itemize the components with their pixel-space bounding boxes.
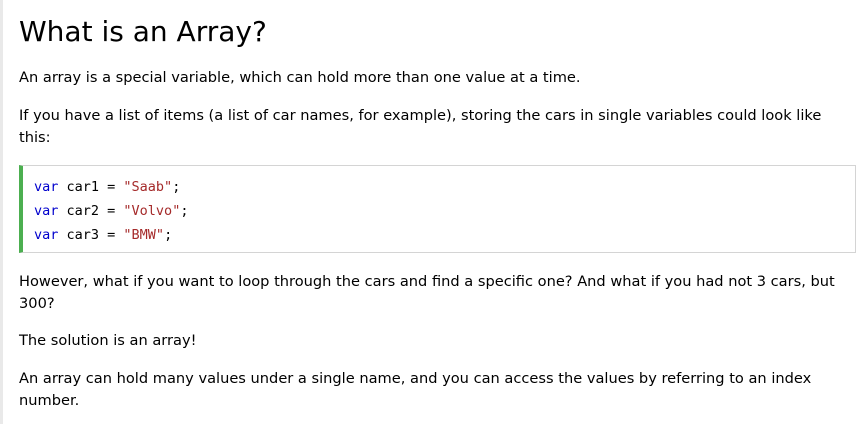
code-terminator: ;	[164, 227, 173, 243]
code-line: var car3 = "BMW";	[34, 223, 855, 247]
code-string: "Volvo"	[123, 203, 181, 219]
code-variable: car1 =	[58, 179, 124, 195]
list-paragraph: If you have a list of items (a list of c…	[19, 107, 822, 146]
code-terminator: ;	[172, 179, 181, 195]
code-terminator: ;	[180, 203, 189, 219]
code-keyword: var	[34, 179, 59, 195]
code-line: var car1 = "Saab";	[34, 175, 855, 199]
left-border	[0, 0, 3, 424]
code-variable: car2 =	[58, 203, 124, 219]
loop-paragraph: However, what if you want to loop throug…	[19, 273, 835, 312]
code-keyword: var	[34, 203, 59, 219]
index-paragraph: An array can hold many values under a si…	[19, 370, 812, 409]
code-variable: car3 =	[58, 227, 124, 243]
page-title: What is an Array?	[19, 15, 267, 48]
code-example: var car1 = "Saab"; var car2 = "Volvo"; v…	[19, 165, 856, 253]
intro-paragraph: An array is a special variable, which ca…	[19, 69, 581, 86]
code-line: var car2 = "Volvo";	[34, 199, 855, 223]
solution-paragraph: The solution is an array!	[19, 332, 197, 349]
code-string: "Saab"	[123, 179, 173, 195]
code-keyword: var	[34, 227, 59, 243]
code-string: "BMW"	[123, 227, 165, 243]
